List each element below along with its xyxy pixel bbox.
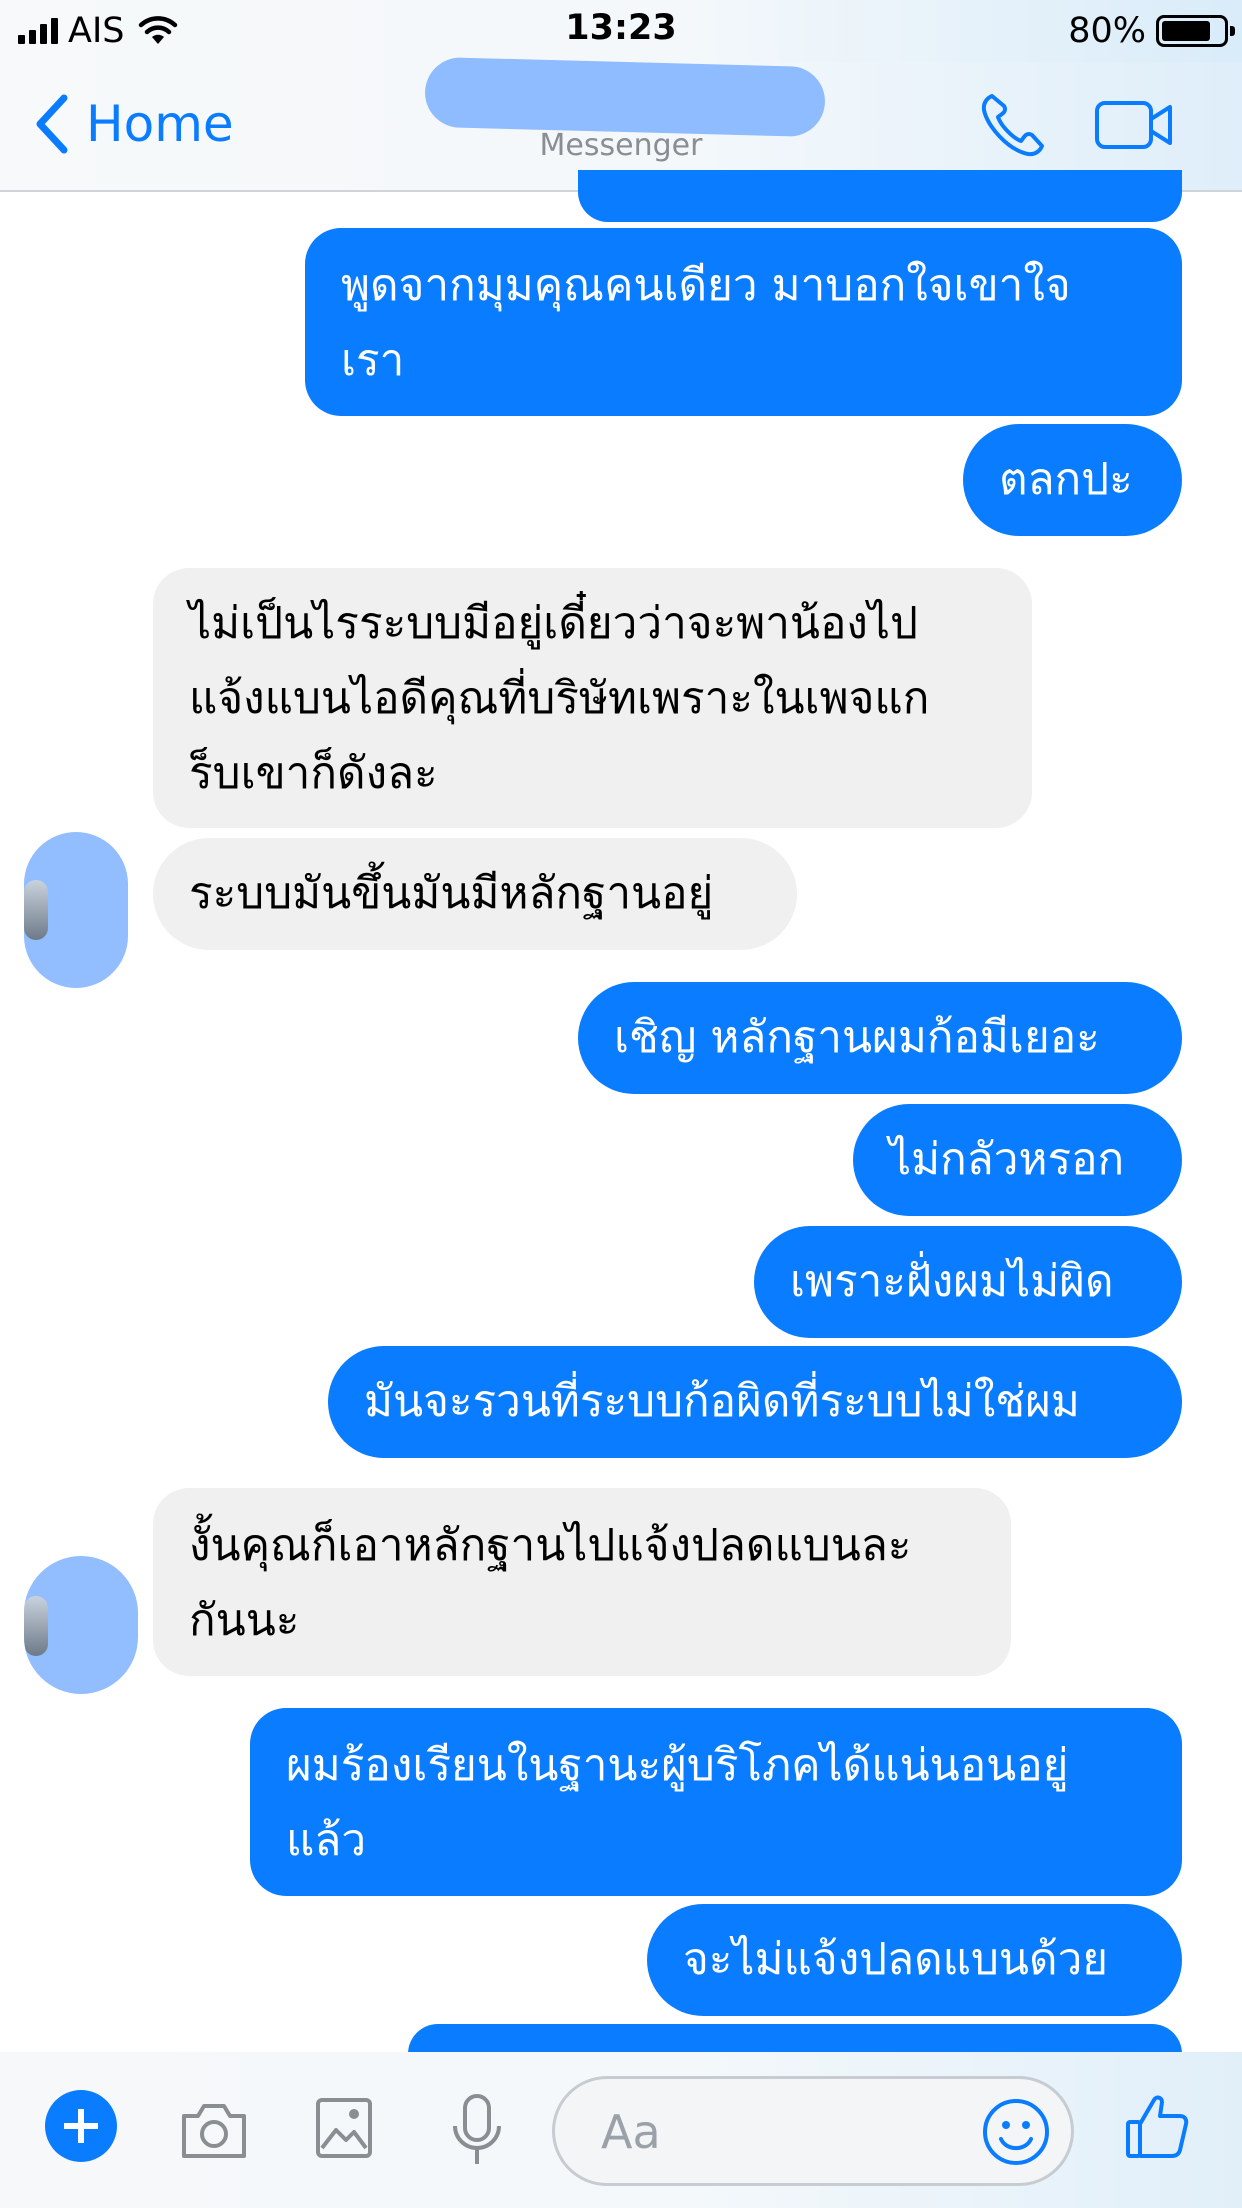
composer-bar: Aa [0,2052,1242,2208]
message-bubble[interactable]: ระบบมันขึ้นมันมีหลักฐานอยู่ [153,838,797,950]
message-bubble[interactable]: ไม่กลัวหรอก [853,1104,1182,1216]
status-bar: AIS 13:23 80% [0,0,1242,62]
message-bubble[interactable]: ผมร้องเรียนในฐานะผู้บริโภคได้แน่นอนอยู่ … [250,1708,1182,1896]
message-bubble[interactable]: เชิญ หลักฐานผมก้อมีเยอะ [578,982,1182,1094]
message-text: ผมร้องเรียนในฐานะผู้บริโภคได้แน่นอนอยู่ [286,1740,1069,1791]
message-input[interactable]: Aa [552,2076,1074,2186]
message-input-placeholder: Aa [601,2105,661,2159]
message-text: งั้นคุณก็เอาหลักฐานไปแจ้งปลดแบนละ [189,1520,912,1571]
message-text: เรา [341,335,405,386]
message-bubble[interactable]: ตลกปะ [963,424,1182,536]
plus-icon[interactable] [45,2090,117,2162]
thumbs-up-icon[interactable] [1124,2092,1190,2160]
contact-avatar[interactable] [24,832,128,988]
battery-percentage: 80% [1068,11,1146,51]
message-text: กันนะ [189,1595,300,1646]
contact-avatar[interactable] [24,1556,138,1694]
microphone-icon[interactable] [450,2092,504,2168]
message-text: แล้ว [286,1815,367,1866]
battery-icon [1156,15,1235,47]
phone-icon[interactable] [978,90,1048,160]
image-icon[interactable] [314,2096,374,2160]
message-bubble[interactable]: พูดจากมุมคุณคนเดียว มาบอกใจเขาใจ เรา [305,228,1182,416]
message-bubble[interactable]: เพราะฝั่งผมไม่ผิด [754,1226,1182,1338]
message-text: ร็บเขาก็ดังละ [189,748,438,799]
conversation-subtitle: Messenger [539,128,703,163]
emoji-icon[interactable] [981,2097,1051,2167]
message-bubble[interactable]: จะไม่แจ้งปลดแบนด้วย [647,1904,1182,2016]
message-text: พูดจากมุมคุณคนเดียว มาบอกใจเขาใจ [341,260,1071,311]
message-text: ระบบมันขึ้นมันมีหลักฐานอยู่ [189,868,714,919]
message-bubble-partial[interactable] [578,170,1182,222]
message-text: ไม่เป็นไรระบบมีอยู่เดี๋ยวว่าจะพาน้องไป [189,598,918,649]
message-text: เชิญ หลักฐานผมก้อมีเยอะ [614,1012,1100,1063]
clock: 13:23 [565,8,677,48]
message-bubble[interactable]: มันจะรวนที่ระบบก้อผิดที่ระบบไม่ใช่ผม [328,1346,1182,1458]
camera-icon[interactable] [178,2100,250,2160]
message-text: เพราะฝั่งผมไม่ผิด [790,1256,1114,1307]
message-bubble[interactable]: งั้นคุณก็เอาหลักฐานไปแจ้งปลดแบนละ กันนะ [153,1488,1011,1676]
message-text: แจ้งแบนไอดีคุณที่บริษัทเพราะในเพจแก [189,673,930,724]
message-text: จะไม่แจ้งปลดแบนด้วย [683,1934,1109,1985]
message-text: ตลกปะ [999,454,1133,505]
message-text: มันจะรวนที่ระบบก้อผิดที่ระบบไม่ใช่ผม [364,1376,1080,1427]
redacted-contact-name[interactable] [424,56,826,138]
message-text: ไม่กลัวหรอก [889,1134,1125,1185]
message-bubble[interactable]: ไม่เป็นไรระบบมีอยู่เดี๋ยวว่าจะพาน้องไป แ… [153,568,1032,828]
video-camera-icon[interactable] [1094,98,1174,152]
